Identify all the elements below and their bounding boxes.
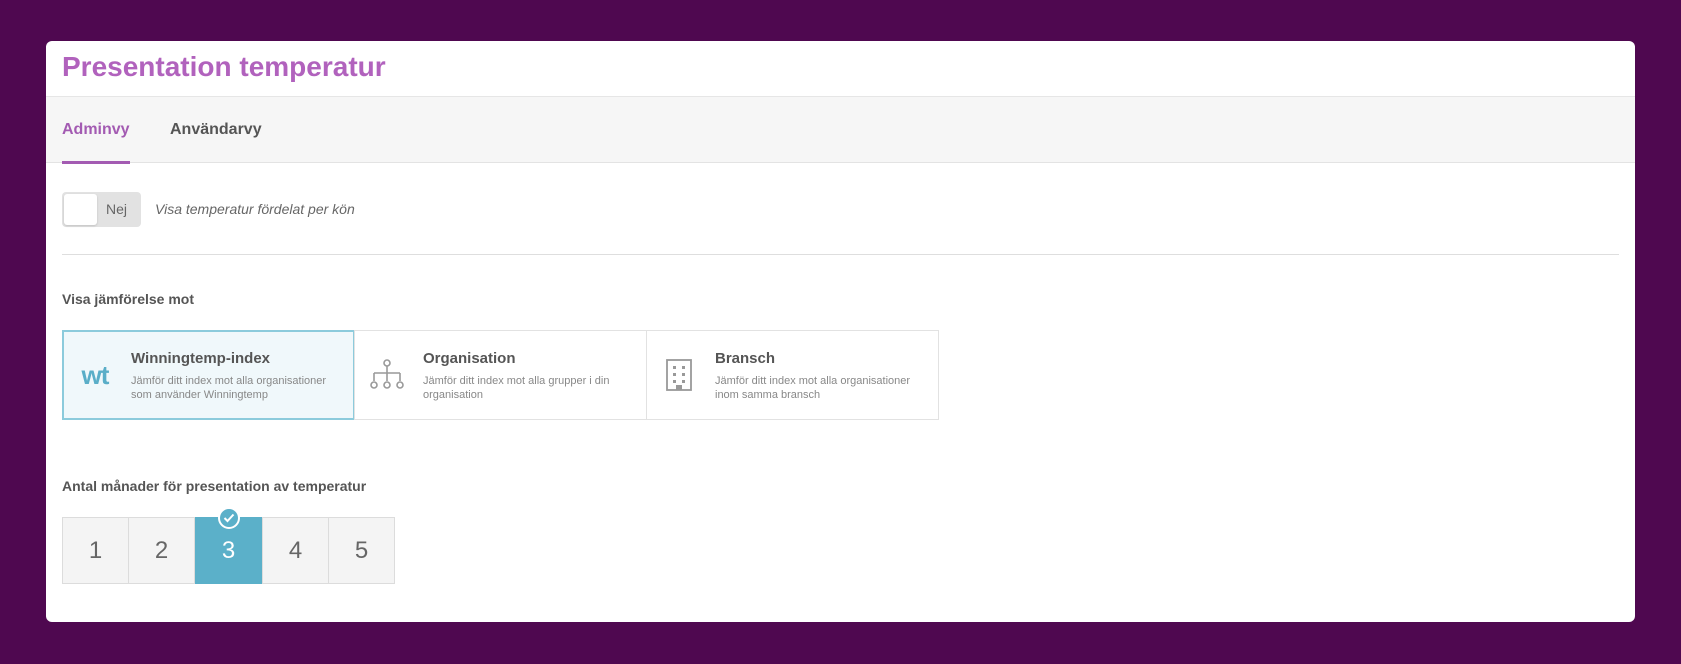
month-option-5[interactable]: 5	[328, 517, 395, 584]
compare-option-organisation[interactable]: Organisation Jämför ditt index mot alla …	[354, 330, 647, 420]
gender-toggle-description: Visa temperatur fördelat per kön	[155, 201, 355, 217]
tab-adminvy[interactable]: Adminvy	[62, 97, 130, 164]
toggle-value-label: Nej	[106, 201, 128, 217]
settings-card: Presentation temperatur Adminvy Användar…	[46, 41, 1635, 622]
month-option-4[interactable]: 4	[262, 517, 329, 584]
compare-option-winningtemp-index[interactable]: wt Winningtemp-index Jämför ditt index m…	[62, 330, 355, 420]
month-option-3[interactable]: 3	[195, 507, 262, 584]
section-divider	[62, 254, 1619, 255]
compare-option-bransch[interactable]: Bransch Jämför ditt index mot alla organ…	[646, 330, 939, 420]
month-option-3-label: 3	[221, 537, 236, 564]
comparison-options: wt Winningtemp-index Jämför ditt index m…	[62, 330, 940, 420]
building-icon	[657, 353, 701, 397]
winningtemp-logo-icon: wt	[81, 359, 110, 390]
months-label: Antal månader för presentation av temper…	[62, 478, 367, 494]
compare-option-title: Bransch	[715, 350, 776, 367]
compare-option-description: Jämför ditt index mot alla organisatione…	[715, 375, 911, 401]
check-icon	[217, 507, 240, 529]
month-option-2[interactable]: 2	[128, 517, 195, 584]
page-title: Presentation temperatur	[62, 51, 386, 82]
toggle-knob	[64, 194, 97, 225]
months-selector: 1 2 3 4 5	[62, 507, 397, 584]
compare-option-description: Jämför ditt index mot alla grupper i din…	[423, 375, 610, 401]
compare-option-description: Jämför ditt index mot alla organisatione…	[131, 375, 327, 401]
month-option-1[interactable]: 1	[62, 517, 129, 584]
tab-anvandarvy[interactable]: Användarvy	[170, 97, 262, 163]
org-chart-icon	[365, 353, 409, 397]
comparison-label: Visa jämförelse mot	[62, 291, 195, 307]
gender-toggle[interactable]: Nej	[62, 192, 141, 227]
compare-option-title: Winningtemp-index	[131, 350, 271, 367]
tab-bar: Adminvy Användarvy	[46, 96, 1635, 164]
compare-option-title: Organisation	[423, 350, 516, 367]
